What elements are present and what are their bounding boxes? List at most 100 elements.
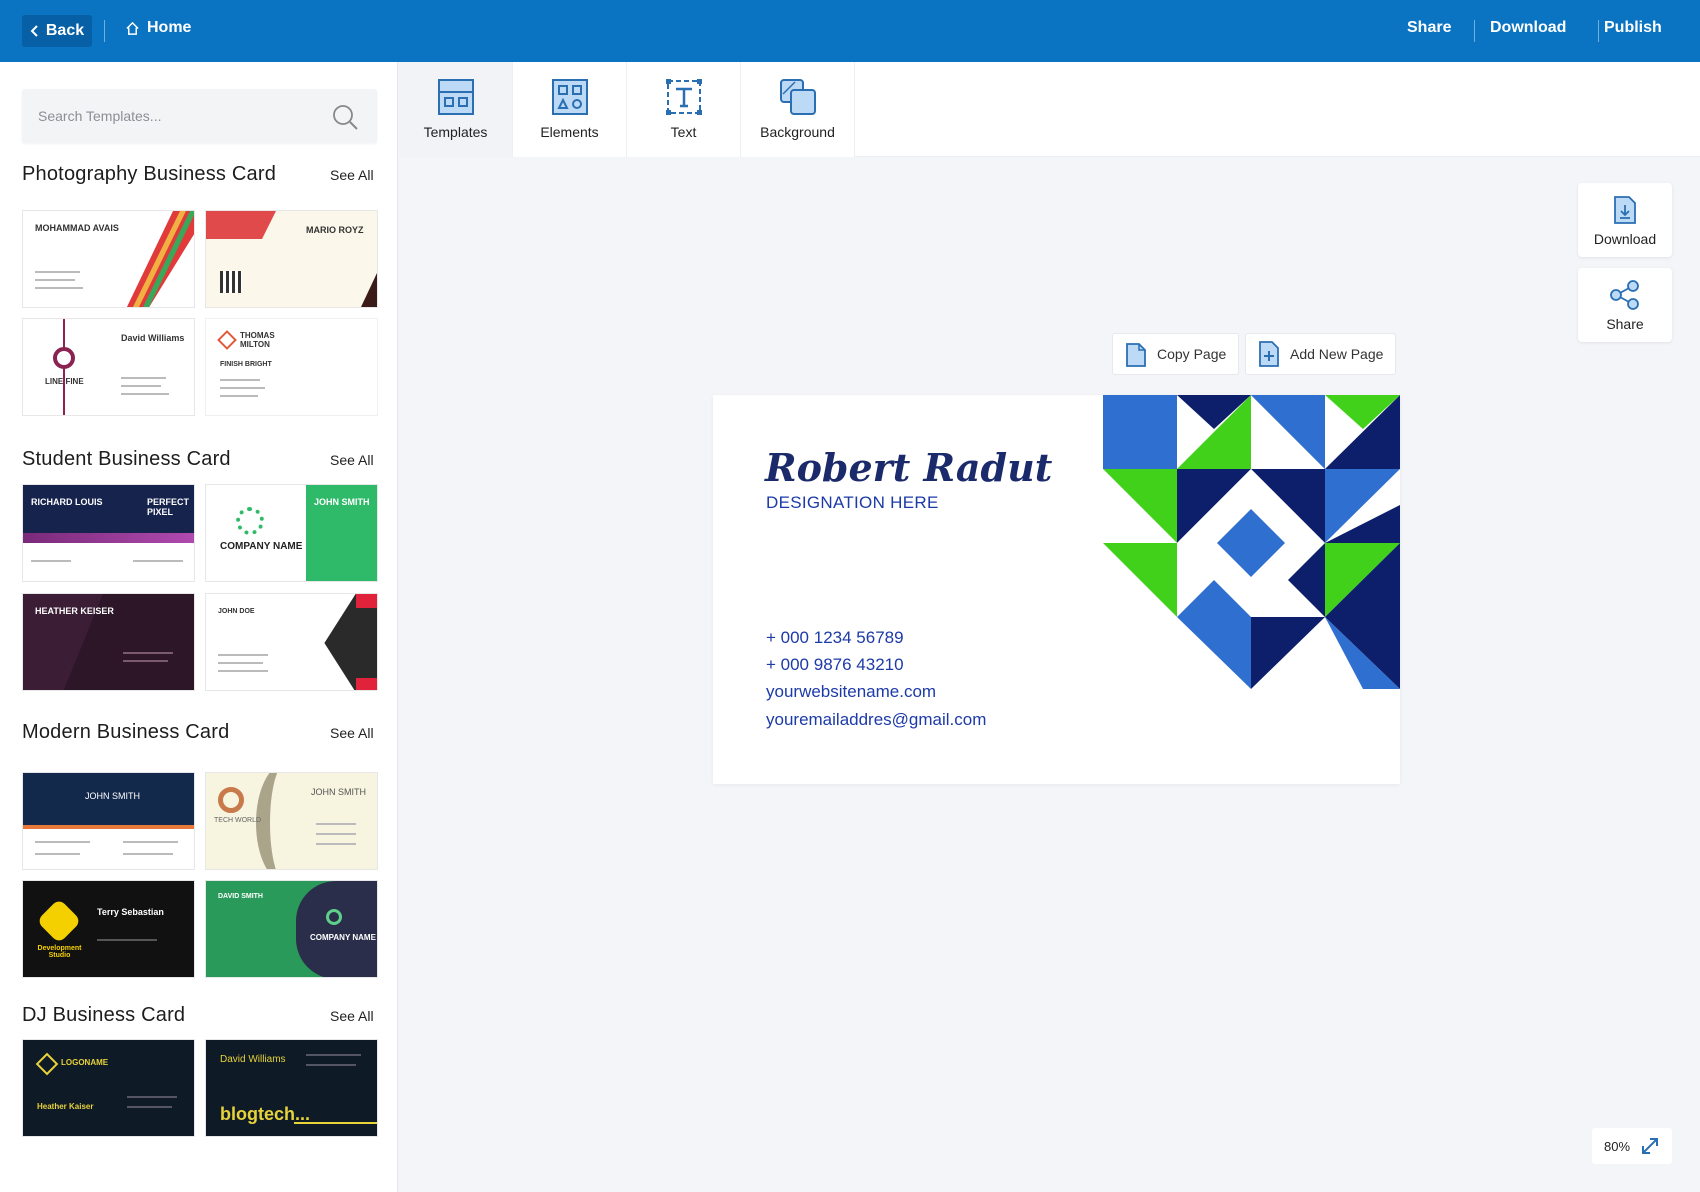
thumb-name: JOHN SMITH: [85, 791, 140, 801]
see-all-link[interactable]: See All: [330, 452, 374, 468]
template-thumb[interactable]: TECH WORLD JOHN SMITH: [205, 772, 378, 870]
search-input[interactable]: [38, 89, 328, 143]
toolbar-tabs: Templates Elements Text Background: [399, 62, 855, 157]
download-label: Download: [1593, 231, 1657, 247]
thumb-name: FINISH BRIGHT: [220, 361, 272, 368]
add-page-label: Add New Page: [1290, 346, 1384, 362]
download-icon: [1614, 196, 1636, 224]
template-thumb[interactable]: LINE FINE David Williams: [22, 318, 195, 416]
template-thumb[interactable]: JOHN SMITH: [22, 772, 195, 870]
thumb-logo: LINE FINE: [45, 377, 84, 386]
tab-templates[interactable]: Templates: [399, 62, 513, 157]
home-label: Home: [147, 19, 192, 36]
category-title: DJ Business Card: [22, 1004, 186, 1026]
zoom-control[interactable]: 80%: [1592, 1128, 1672, 1164]
template-thumb[interactable]: David Williams blogtech...: [205, 1039, 378, 1137]
home-link[interactable]: Home: [125, 19, 191, 37]
template-thumb[interactable]: JOHN SMITH COMPANY NAME: [205, 484, 378, 582]
thumb-name: Heather Kaiser: [37, 1102, 94, 1111]
tab-label: Background: [760, 124, 835, 140]
expand-icon[interactable]: [1640, 1136, 1660, 1156]
business-card-canvas[interactable]: Robert Radut DESIGNATION HERE + 000 1234…: [713, 395, 1400, 784]
thumb-stripes: [126, 211, 194, 307]
template-thumb[interactable]: THOMAS MILTON FINISH BRIGHT: [205, 318, 378, 416]
add-new-page-button[interactable]: Add New Page: [1245, 333, 1397, 375]
text-icon: [665, 79, 702, 115]
logo-icon: [236, 507, 264, 535]
see-all-link[interactable]: See All: [330, 1008, 374, 1024]
logo-icon: [217, 330, 237, 350]
add-page-icon: [1259, 341, 1279, 367]
thumb-logo: THOMAS MILTON: [240, 331, 275, 349]
category-title: Photography Business Card: [22, 163, 277, 185]
share-widget[interactable]: Share: [1578, 268, 1672, 342]
card-website[interactable]: yourwebsitename.com: [766, 682, 936, 702]
search-box: [22, 89, 377, 143]
qr-code-icon: [220, 271, 242, 293]
templates-icon: [437, 79, 474, 115]
thumb-name: Terry Sebastian: [97, 907, 164, 917]
template-thumb[interactable]: JOHN DOE: [205, 593, 378, 691]
logo-icon: [36, 898, 82, 944]
template-thumb[interactable]: LOGONAME Heather Kaiser: [22, 1039, 195, 1137]
thumb-logo: LOGONAME: [61, 1058, 109, 1067]
thumb-name: DAVID SMITH: [218, 893, 263, 900]
card-designation[interactable]: DESIGNATION HERE: [766, 493, 939, 513]
logo-icon: [35, 1052, 59, 1076]
publish-link[interactable]: Publish: [1604, 19, 1662, 37]
card-phone-2[interactable]: + 000 9876 43210: [766, 655, 904, 675]
download-link[interactable]: Download: [1490, 19, 1566, 37]
templates-sidebar: Photography Business Card See All MOHAMM…: [0, 62, 398, 1192]
chevron-left-icon: [30, 25, 38, 37]
zoom-level: 80%: [1603, 1138, 1631, 1154]
card-phone-1[interactable]: + 000 1234 56789: [766, 628, 904, 648]
tab-elements[interactable]: Elements: [513, 62, 627, 157]
copy-page-label: Copy Page: [1157, 346, 1227, 362]
top-bar: Back Home Share Download Publish: [0, 0, 1700, 62]
template-thumb[interactable]: MARIO ROYZ: [205, 210, 378, 308]
share-icon: [1610, 280, 1639, 310]
template-thumb[interactable]: Development Studio Terry Sebastian: [22, 880, 195, 978]
tab-background[interactable]: Background: [741, 62, 855, 157]
elements-icon: [551, 79, 588, 115]
template-thumb[interactable]: HEATHER KEISER: [22, 593, 195, 691]
search-icon[interactable]: [331, 103, 359, 131]
thumb-name: JOHN DOE: [218, 608, 255, 615]
thumb-name: David Williams: [121, 333, 185, 343]
card-geometric-pattern[interactable]: [1103, 395, 1400, 689]
see-all-link[interactable]: See All: [330, 725, 374, 741]
divider: [1598, 20, 1599, 42]
card-name[interactable]: Robert Radut: [765, 445, 1052, 490]
template-thumb[interactable]: RICHARD LOUIS PERFECT PIXEL: [22, 484, 195, 582]
category-title: Modern Business Card: [22, 721, 230, 743]
back-label: Back: [45, 22, 85, 39]
divider: [1474, 20, 1475, 42]
thumb-logo: Development Studio: [37, 945, 82, 959]
template-thumb[interactable]: MOHAMMAD AVAIS: [22, 210, 195, 308]
share-link[interactable]: Share: [1407, 19, 1451, 37]
divider: [104, 20, 105, 42]
home-icon: [126, 21, 139, 35]
category-title: Student Business Card: [22, 448, 231, 470]
toolbar-background: [855, 62, 1700, 157]
tab-label: Templates: [423, 124, 488, 140]
share-label: Share: [1606, 316, 1644, 332]
thumb-name: MARIO ROYZ: [306, 225, 364, 235]
thumb-name: RICHARD LOUIS: [31, 497, 103, 507]
thumb-logo: COMPANY NAME: [220, 541, 303, 552]
background-icon: [779, 79, 816, 115]
thumb-name: MOHAMMAD AVAIS: [35, 223, 119, 233]
logo-icon: [326, 909, 342, 925]
logo-icon: [53, 347, 75, 369]
thumb-name: JOHN SMITH: [311, 787, 366, 797]
download-widget[interactable]: Download: [1578, 183, 1672, 257]
back-button[interactable]: Back: [22, 15, 92, 47]
template-thumb[interactable]: DAVID SMITH COMPANY NAME: [205, 880, 378, 978]
card-email[interactable]: youremailaddres@gmail.com: [766, 710, 986, 730]
tab-text[interactable]: Text: [627, 62, 741, 157]
thumb-name: David Williams: [220, 1054, 286, 1065]
copy-page-button[interactable]: Copy Page: [1112, 333, 1240, 375]
see-all-link[interactable]: See All: [330, 167, 374, 183]
tab-label: Text: [670, 124, 697, 140]
thumb-name: JOHN SMITH: [314, 497, 370, 507]
